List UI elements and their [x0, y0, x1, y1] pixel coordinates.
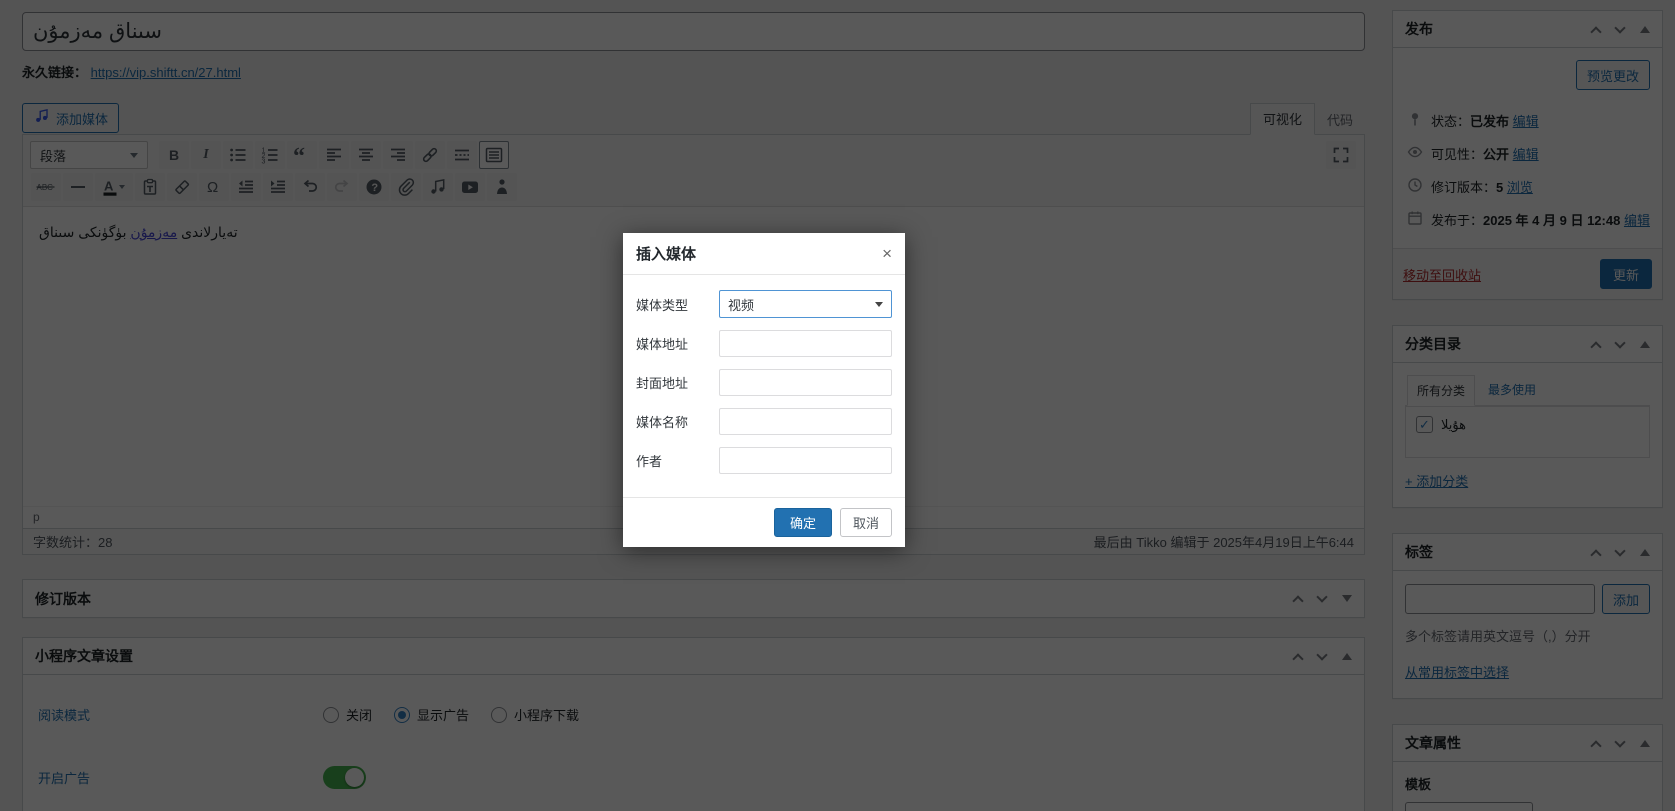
media-url-row: 媒体地址: [636, 330, 892, 357]
close-icon[interactable]: ×: [882, 245, 892, 262]
cancel-button[interactable]: 取消: [839, 508, 892, 537]
author-label: 作者: [636, 454, 663, 469]
cover-url-label: 封面地址: [636, 376, 689, 391]
wordpress-editor-screen: 永久链接： https://vip.shiftt.cn/27.html 添加媒体…: [0, 0, 1675, 811]
modal-title: 插入媒体: [636, 246, 697, 263]
modal-header: 插入媒体 ×: [623, 233, 905, 275]
chevron-down-icon: [875, 301, 883, 307]
cover-url-row: 封面地址: [636, 369, 892, 396]
media-name-row: 媒体名称: [636, 408, 892, 435]
media-url-label: 媒体地址: [636, 337, 689, 352]
confirm-button[interactable]: 确定: [773, 508, 832, 537]
author-input[interactable]: [719, 447, 892, 474]
insert-media-modal: 插入媒体 × 媒体类型 视频 媒体地址 封面地址 媒体名称 作者 确定 取消: [623, 233, 905, 547]
media-type-select[interactable]: 视频: [719, 290, 892, 318]
media-url-input[interactable]: [719, 330, 892, 357]
media-type-label: 媒体类型: [636, 297, 689, 313]
media-type-value: 视频: [728, 297, 755, 313]
media-name-input[interactable]: [719, 408, 892, 435]
cover-url-input[interactable]: [719, 369, 892, 396]
media-name-label: 媒体名称: [636, 415, 689, 430]
author-row: 作者: [636, 447, 892, 474]
modal-footer: 确定 取消: [623, 497, 905, 547]
media-type-row: 媒体类型 视频: [636, 290, 892, 318]
modal-body: 媒体类型 视频 媒体地址 封面地址 媒体名称 作者: [623, 275, 905, 489]
